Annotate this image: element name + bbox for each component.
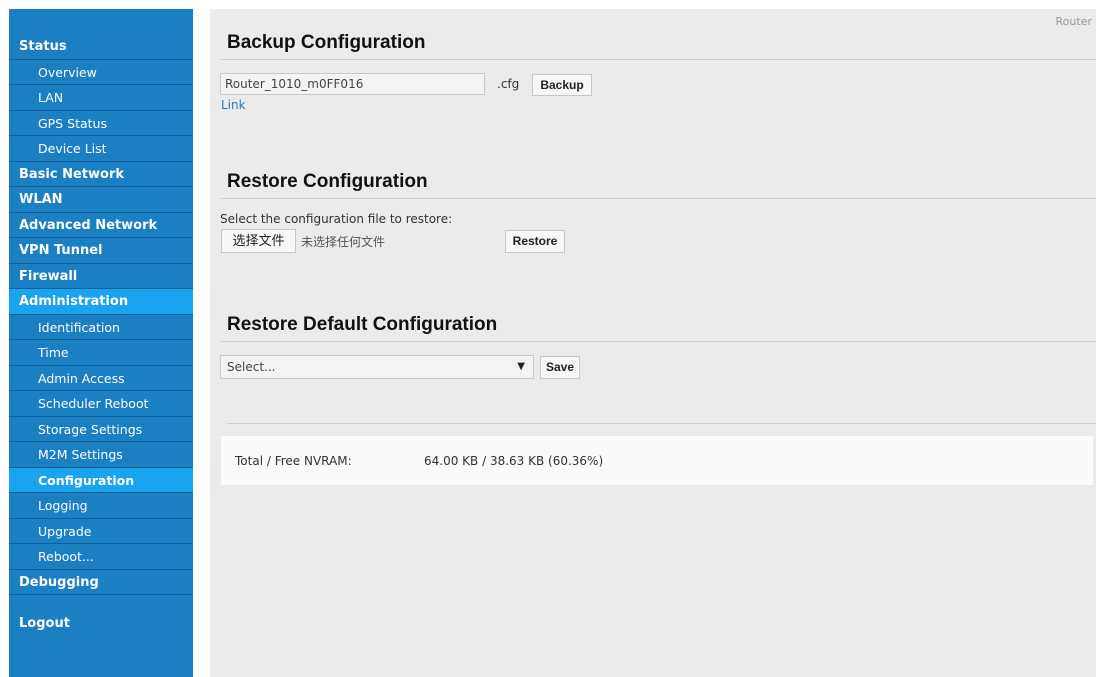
restore-section-title: Restore Configuration xyxy=(227,171,428,192)
sidebar-items: Status Overview LAN GPS Status Device List Ba… xyxy=(9,34,193,595)
sidebar-item-scheduler-reboot[interactable]: Scheduler Reboot xyxy=(9,391,193,417)
sidebar-item-wlan[interactable]: WLAN xyxy=(9,187,193,213)
backup-link[interactable]: Link xyxy=(221,98,246,112)
cfg-extension-label: .cfg xyxy=(497,77,520,91)
sidebar-item-overview[interactable]: Overview xyxy=(9,60,193,85)
sidebar-item-m2m-settings[interactable]: M2M Settings xyxy=(9,442,193,468)
sidebar-item-device-list[interactable]: Device List xyxy=(9,136,193,162)
sidebar-item-firewall[interactable]: Firewall xyxy=(9,264,193,289)
sidebar-item-vpn-tunnel[interactable]: VPN Tunnel xyxy=(9,238,193,264)
nvram-value: 64.00 KB / 38.63 KB (60.36%) xyxy=(424,454,604,468)
chevron-down-icon: ▼ xyxy=(517,361,525,372)
backup-divider xyxy=(220,59,1096,60)
sidebar-item-gps-status[interactable]: GPS Status xyxy=(9,111,193,136)
router-label: Router xyxy=(1055,15,1092,28)
sidebar-item-debugging[interactable]: Debugging xyxy=(9,570,193,595)
sidebar-item-administration[interactable]: Administration xyxy=(9,289,193,315)
backup-button[interactable]: Backup xyxy=(532,74,592,96)
sidebar-item-upgrade[interactable]: Upgrade xyxy=(9,519,193,544)
sidebar-nav: Status Overview LAN GPS Status Device List Ba… xyxy=(9,9,193,677)
sidebar-item-admin-access[interactable]: Admin Access xyxy=(9,366,193,391)
save-button[interactable]: Save xyxy=(540,356,580,379)
restore-default-divider xyxy=(220,341,1096,342)
sidebar-item-logging[interactable]: Logging xyxy=(9,493,193,519)
default-config-select-value: Select... xyxy=(227,360,276,374)
sidebar-item-reboot[interactable]: Reboot... xyxy=(9,544,193,570)
restore-button[interactable]: Restore xyxy=(505,230,565,253)
backup-section-title: Backup Configuration xyxy=(227,32,426,53)
restore-default-section-title: Restore Default Configuration xyxy=(227,314,498,335)
sidebar-item-advanced-network[interactable]: Advanced Network xyxy=(9,213,193,238)
sidebar-item-basic-network[interactable]: Basic Network xyxy=(9,162,193,187)
sidebar-item-identification[interactable]: Identification xyxy=(9,315,193,340)
nvram-panel: Total / Free NVRAM: 64.00 KB / 38.63 KB … xyxy=(221,436,1093,485)
nvram-divider xyxy=(227,423,1096,424)
backup-filename-input[interactable]: Router_1010_m0FF016 xyxy=(220,73,485,95)
sidebar-item-status[interactable]: Status xyxy=(9,34,193,60)
restore-divider xyxy=(220,198,1096,199)
sidebar-item-lan[interactable]: LAN xyxy=(9,85,193,111)
restore-prompt: Select the configuration file to restore… xyxy=(220,212,453,226)
nvram-label: Total / Free NVRAM: xyxy=(235,454,352,468)
sidebar-top-spacer xyxy=(9,9,193,34)
sidebar-item-time[interactable]: Time xyxy=(9,340,193,366)
default-config-select[interactable]: Select... ▼ xyxy=(220,355,534,379)
sidebar-item-logout[interactable]: Logout xyxy=(9,611,193,637)
sidebar-item-storage-settings[interactable]: Storage Settings xyxy=(9,417,193,442)
choose-file-button[interactable]: 选择文件 xyxy=(221,229,296,253)
no-file-selected-text: 未选择任何文件 xyxy=(301,235,386,249)
sidebar-item-configuration[interactable]: Configuration xyxy=(9,467,193,493)
main-content: Router Backup Configuration Router_1010_… xyxy=(210,9,1096,677)
